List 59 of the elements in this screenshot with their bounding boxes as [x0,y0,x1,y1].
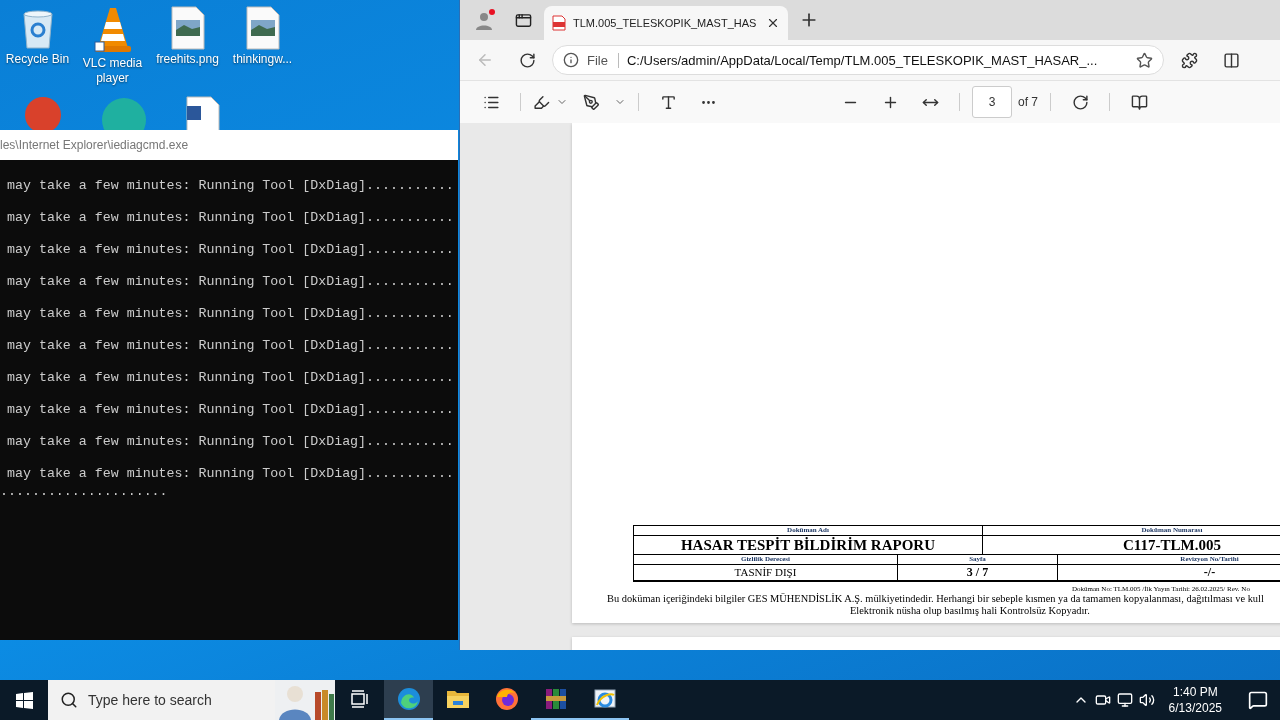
console-line: may take a few minutes: Running Tool [DxDiag]........... [7,306,455,322]
console-line: may take a few minutes: Running Tool [DxDiag]........... [7,274,455,290]
pdf-icon [552,15,566,31]
camera-icon[interactable] [1094,692,1111,708]
tab-actions-icon[interactable] [514,11,532,29]
console-line: may take a few minutes: Running Tool [DxDiag]........... [7,370,455,386]
image-file-icon [170,6,205,50]
refresh-icon[interactable] [518,51,536,69]
console-line: may take a few minutes: Running Tool [DxDiag]........... [7,434,455,450]
console-line: may take a few minutes: Running Tool [DxDiag]........... [7,466,455,482]
address-bar[interactable]: File C:/Users/admin/AppData/Local/Temp/TLM.005_TELESKOPIK_MAST_HASAR_... [552,45,1164,75]
notice-text: Bu doküman içeriğindeki bilgiler GES MÜHENDİSLİK A.Ş. mülkiyetindedir. Herhangi bir sebeple kısmen ya da tamamen kopyalanması, dağıtılması ve kull [607,593,1265,605]
console-line: ..................... [0,484,169,500]
books-icon[interactable] [544,687,567,711]
profile-icon[interactable] [473,8,497,32]
table-cell: C117-TLM.005 [983,536,1280,555]
extensions-icon[interactable] [1180,51,1198,69]
desktop-icon-label[interactable]: thinkingw... [232,52,293,67]
page-view-icon[interactable] [1130,93,1148,111]
favorite-icon[interactable] [1136,51,1153,69]
window-title: les\Internet Explorer\iediagcmd.exe [0,138,189,152]
desktop-icon-label[interactable]: VLC media player [75,56,150,86]
notice-text: Elektronik nüsha olup basılmış hali Kontrolsüz Kopyadır. [850,605,1091,617]
windows-logo-icon[interactable] [15,691,33,709]
console-line: may take a few minutes: Running Tool [DxDiag]........... [7,242,455,258]
internet-explorer-icon[interactable] [592,687,617,711]
console-line: may take a few minutes: Running Tool [DxDiag]........... [7,402,455,418]
page-count: of 7 [1018,95,1038,109]
table-cell: HASAR TESPİT BİLDİRİM RAPORU [634,536,983,555]
page-number-field[interactable]: 3 [972,86,1012,118]
console-line: may take a few minutes: Running Tool [DxDiag]........... [7,178,455,194]
search-icon [60,691,78,709]
rotate-icon[interactable] [1071,93,1089,111]
split-screen-icon[interactable] [1222,51,1240,69]
edge-icon[interactable] [396,687,421,711]
text-icon[interactable] [659,93,677,111]
console-line: may take a few minutes: Running Tool [DxDiag]........... [7,338,455,354]
clock[interactable]: 1:40 PM 6/13/2025 [1160,684,1230,716]
close-icon[interactable] [766,16,780,30]
highlight-icon[interactable] [533,93,550,111]
browser-tab[interactable]: TLM.005_TELESKOPIK_MAST_HAS [544,6,788,40]
desktop-icon-label[interactable]: freehits.png [156,52,219,67]
taskbar-app[interactable] [384,680,433,720]
pen-icon[interactable] [582,93,600,111]
search-field[interactable]: Type here to search [48,680,335,720]
network-icon[interactable] [1116,692,1133,708]
task-view-icon[interactable] [349,690,370,708]
desktop-icon-label[interactable]: Recycle Bin [5,52,70,67]
traffic-cone-icon [92,6,133,54]
firefox-icon[interactable] [494,687,519,711]
folder-icon[interactable] [445,689,470,709]
table-cell: TASNİF DIŞI [634,565,898,581]
volume-icon[interactable] [1138,692,1155,708]
table-cell: -/- [1058,565,1280,581]
image-file-icon [245,6,280,50]
console-line: may take a few minutes: Running Tool [DxDiag]........... [7,210,455,226]
table-cell: 3 / 7 [898,565,1058,581]
info-icon [563,52,579,68]
notification-icon[interactable] [1248,690,1268,710]
